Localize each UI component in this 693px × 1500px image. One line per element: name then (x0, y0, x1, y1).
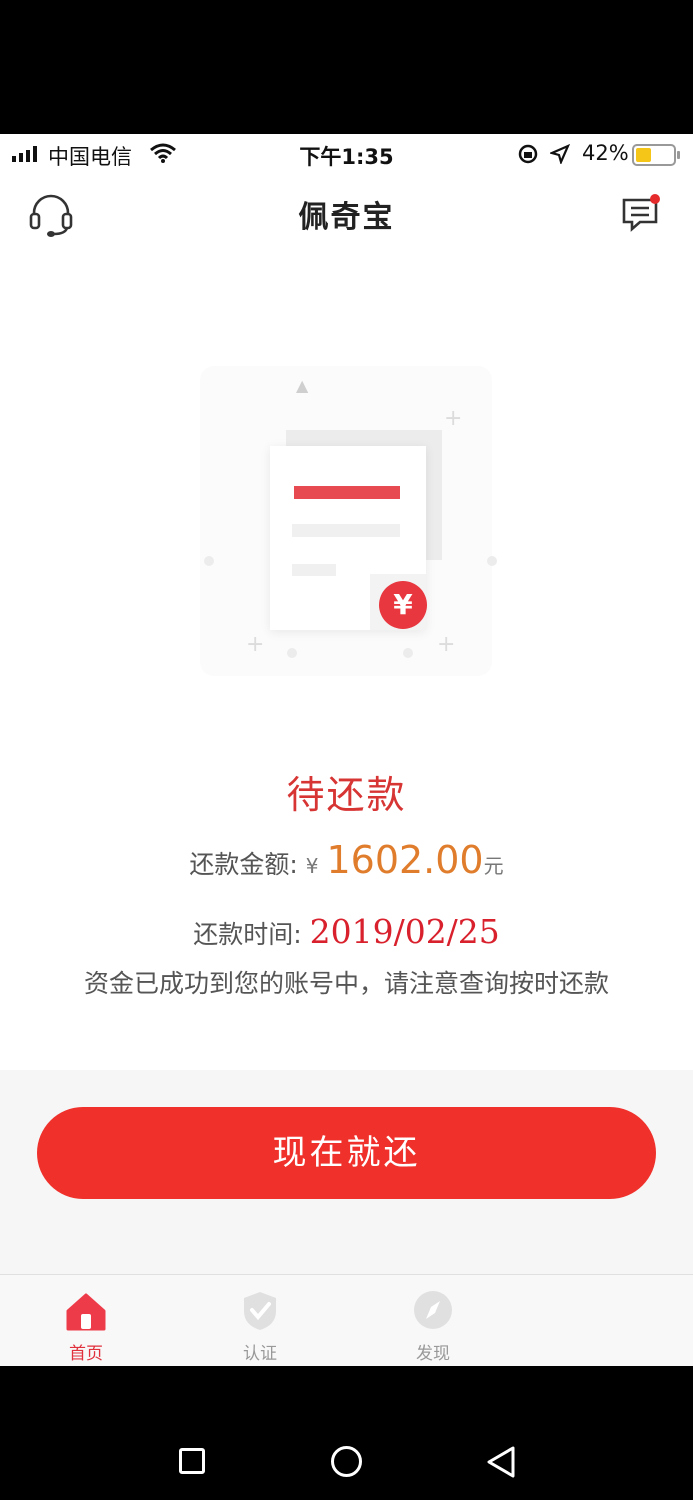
repayment-amount: 1602.00 (326, 838, 484, 882)
home-icon (66, 1293, 106, 1331)
app-screen: 中国电信 下午1:35 42% 佩奇宝 ▲ + + + ¥ 待还款 还款金额: … (0, 134, 693, 1366)
tab-home[interactable]: 首页 (26, 1275, 146, 1366)
deco-dot (403, 648, 413, 658)
home-button[interactable] (331, 1446, 362, 1477)
unread-badge (650, 194, 660, 204)
tab-label: 首页 (69, 1344, 103, 1364)
currency-symbol: ¥ (305, 854, 319, 878)
tab-bar: 首页 认证 发现 (0, 1274, 693, 1366)
repay-now-button[interactable]: 现在就还 (37, 1107, 656, 1199)
orientation-lock-icon (518, 144, 538, 164)
amount-label: 还款金额: (189, 850, 298, 879)
battery-percent: 42% (582, 141, 629, 165)
battery-icon (632, 144, 676, 166)
page-title: 佩奇宝 (298, 200, 395, 235)
date-label: 还款时间: (193, 920, 302, 949)
back-button[interactable] (485, 1445, 517, 1479)
compass-icon (414, 1291, 452, 1329)
location-icon (550, 144, 570, 164)
tab-label: 发现 (416, 1344, 450, 1364)
amount-row: 还款金额: ¥ 1602.00元 (0, 838, 693, 882)
repayment-date: 2019/02/25 (309, 912, 500, 951)
deco-plus: + (246, 632, 265, 657)
status-bar: 中国电信 下午1:35 42% (0, 134, 693, 176)
document-line (292, 564, 336, 576)
document-line (292, 524, 400, 537)
deco-plus: + (437, 632, 456, 657)
message-icon[interactable] (620, 192, 666, 234)
repayment-status: 待还款 (286, 773, 407, 817)
tab-verify[interactable]: 认证 (200, 1275, 320, 1366)
battery-cap (677, 151, 680, 159)
info-message: 资金已成功到您的账号中，请注意查询按时还款 (83, 969, 609, 998)
shield-check-icon (244, 1292, 276, 1330)
amount-unit: 元 (483, 854, 504, 878)
system-nav-bar (0, 1366, 693, 1500)
yen-coin-icon: ¥ (379, 581, 427, 629)
deco-dot (204, 556, 214, 566)
date-row: 还款时间: 2019/02/25 (0, 912, 693, 951)
deco-dot (487, 556, 497, 566)
deco-plus: + (444, 406, 463, 431)
recents-button[interactable] (179, 1448, 205, 1474)
deco-triangle: ▲ (296, 376, 309, 395)
deco-dot (287, 648, 297, 658)
tab-label: 认证 (243, 1344, 277, 1364)
tab-discover[interactable]: 发现 (373, 1275, 493, 1366)
document-line (294, 486, 400, 499)
